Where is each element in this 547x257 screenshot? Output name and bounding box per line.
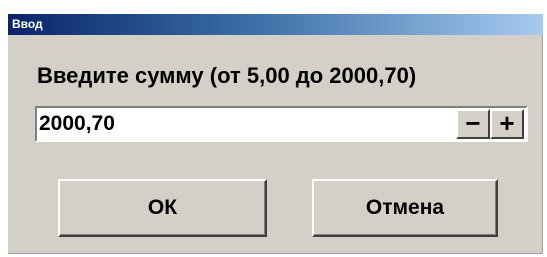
amount-prompt: Введите сумму (от 5,00 до 2000,70) bbox=[37, 63, 417, 88]
cancel-button[interactable]: Отмена bbox=[312, 179, 498, 237]
input-dialog: Ввод Введите сумму (от 5,00 до 2000,70) … bbox=[8, 14, 543, 254]
increment-button[interactable]: + bbox=[490, 109, 524, 139]
amount-input-box: − + bbox=[35, 106, 528, 142]
amount-input[interactable] bbox=[39, 110, 453, 138]
ok-button[interactable]: ОК bbox=[58, 179, 267, 237]
window-title: Ввод bbox=[12, 17, 43, 31]
decrement-button[interactable]: − bbox=[456, 109, 490, 139]
title-bar[interactable]: Ввод bbox=[8, 14, 543, 35]
